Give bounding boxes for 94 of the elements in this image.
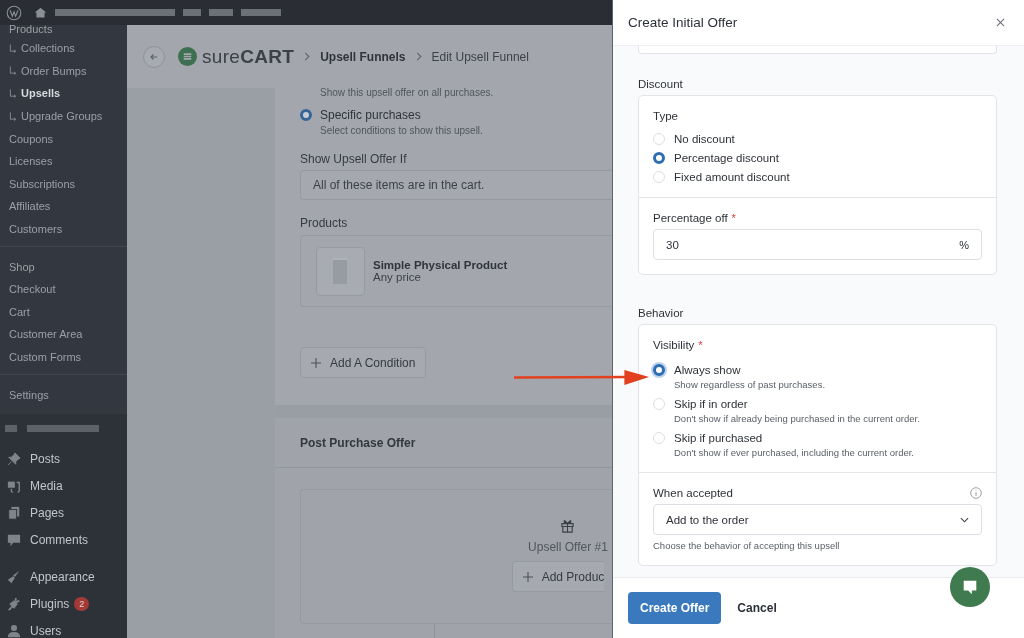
percentage-input[interactable]: 30 %	[653, 229, 982, 260]
redacted-text	[27, 424, 99, 432]
redacted-text	[5, 424, 17, 432]
media-icon	[7, 479, 21, 494]
submenu-corner-icon	[9, 89, 18, 98]
submenu-corner-icon	[9, 43, 18, 53]
sidebar-item[interactable]: Settings	[0, 383, 127, 406]
user-icon	[7, 624, 21, 638]
field-label: Type	[653, 110, 679, 122]
field-label: When accepted	[653, 487, 733, 499]
sidebar-item[interactable]: Cart	[0, 300, 127, 324]
sidebar-item[interactable]: Affiliates	[0, 195, 127, 218]
brush-icon	[7, 570, 21, 585]
menu-item[interactable]: Posts	[0, 445, 127, 473]
select-field[interactable]: Add to the order	[653, 504, 982, 535]
gift-icon	[559, 518, 575, 533]
menu-item[interactable]: Pages	[0, 499, 127, 527]
section-title: Behavior	[638, 307, 685, 319]
submenu-corner-icon	[9, 111, 18, 121]
required-asterisk: *	[731, 212, 736, 224]
option-label[interactable]: Always show	[674, 364, 741, 376]
sidebar-item[interactable]: Licenses	[0, 149, 127, 173]
help-text: Choose the behavior of accepting this upsell	[653, 540, 841, 551]
comment-icon	[7, 533, 21, 548]
pages-icon	[7, 506, 21, 521]
sidebar-item[interactable]: Upsells	[0, 82, 127, 105]
field-label: Show Upsell Offer If	[300, 152, 407, 166]
option-label[interactable]: Percentage discount	[674, 152, 779, 164]
menu-item[interactable]: Plugins 2	[0, 590, 127, 618]
chat-icon	[961, 578, 979, 596]
logo-icon	[178, 47, 197, 66]
add-product-button[interactable]: Add Produc	[511, 561, 605, 592]
offer-label: Upsell Offer #1	[528, 540, 608, 554]
info-icon[interactable]	[970, 487, 982, 499]
radio-button[interactable]	[300, 109, 312, 121]
section-title: Discount	[638, 78, 684, 90]
pin-icon	[7, 452, 21, 467]
sidebar-item[interactable]: Collections	[0, 37, 127, 60]
option-description: Select conditions to show this upsell.	[320, 125, 483, 136]
radio-button[interactable]	[653, 152, 665, 164]
chevron-down-icon	[960, 516, 969, 523]
product-thumbnail	[316, 246, 365, 296]
plug-icon	[7, 597, 21, 612]
count-badge: 2	[74, 597, 90, 612]
option-description: Don't show if ever purchased, including the current order.	[674, 447, 915, 458]
menu-item[interactable]: Appearance	[0, 563, 127, 591]
sidebar-item[interactable]: Coupons	[0, 127, 127, 150]
chevron-icon	[304, 52, 311, 61]
option-label[interactable]: Fixed amount discount	[674, 171, 790, 183]
logo-text: sureCART	[202, 45, 295, 68]
sidebar-item[interactable]: Products	[0, 23, 127, 37]
sidebar-item[interactable]: Customer Area	[0, 323, 127, 346]
option-description: Show this upsell offer on all purchases.	[320, 87, 494, 98]
sidebar-item[interactable]: Shop	[0, 255, 127, 278]
sidebar-item[interactable]: Subscriptions	[0, 172, 127, 196]
radio-button[interactable]	[653, 364, 665, 376]
redacted-text	[241, 9, 281, 16]
chevron-icon	[415, 52, 422, 61]
redacted-text	[183, 9, 201, 16]
wordpress-logo-icon[interactable]	[6, 4, 22, 21]
drawer-title: Create Initial Offer	[628, 15, 738, 30]
menu-item[interactable]: Users	[0, 617, 127, 638]
field-label: Visibility	[653, 339, 695, 351]
menu-item[interactable]: Media	[0, 472, 127, 500]
option-label[interactable]: Skip if in order	[674, 398, 748, 410]
plus-icon	[311, 357, 321, 368]
breadcrumb-current: Edit Upsell Funnel	[431, 49, 529, 64]
option-description: Show regardless of past purchases.	[674, 379, 827, 390]
sidebar-item[interactable]: Custom Forms	[0, 345, 127, 369]
sidebar-item[interactable]: Checkout	[0, 277, 127, 301]
select-field[interactable]: All of these items are in the cart.	[300, 170, 612, 200]
submenu-corner-icon	[9, 66, 18, 76]
sidebar-item[interactable]: Customers	[0, 217, 127, 241]
breadcrumb-link[interactable]: Upsell Funnels	[320, 49, 406, 64]
close-icon[interactable]	[996, 18, 1005, 27]
product-name: Simple Physical Product	[373, 259, 508, 271]
menu-item[interactable]: Comments	[0, 526, 127, 554]
add-condition-button[interactable]: Add A Condition	[300, 347, 427, 378]
home-icon[interactable]	[34, 6, 47, 19]
plus-icon	[522, 571, 533, 582]
field-label: Percentage off	[653, 212, 728, 224]
option-description: Don't show if already being purchased in the current order.	[674, 413, 921, 424]
cancel-button[interactable]: Cancel	[733, 601, 781, 615]
create-offer-button[interactable]: Create Offer	[628, 592, 722, 624]
redacted-text	[209, 9, 233, 16]
product-price: Any price	[373, 271, 422, 283]
option-label[interactable]: Specific purchases	[320, 108, 421, 122]
arrow-left-icon	[149, 51, 159, 62]
sidebar-item[interactable]: Upgrade Groups	[0, 104, 127, 128]
sidebar-item[interactable]: Order Bumps	[0, 59, 127, 83]
option-label[interactable]: Skip if purchased	[674, 432, 763, 444]
required-asterisk: *	[698, 339, 703, 351]
field-label: Products	[300, 216, 348, 230]
option-label[interactable]: No discount	[674, 133, 735, 145]
